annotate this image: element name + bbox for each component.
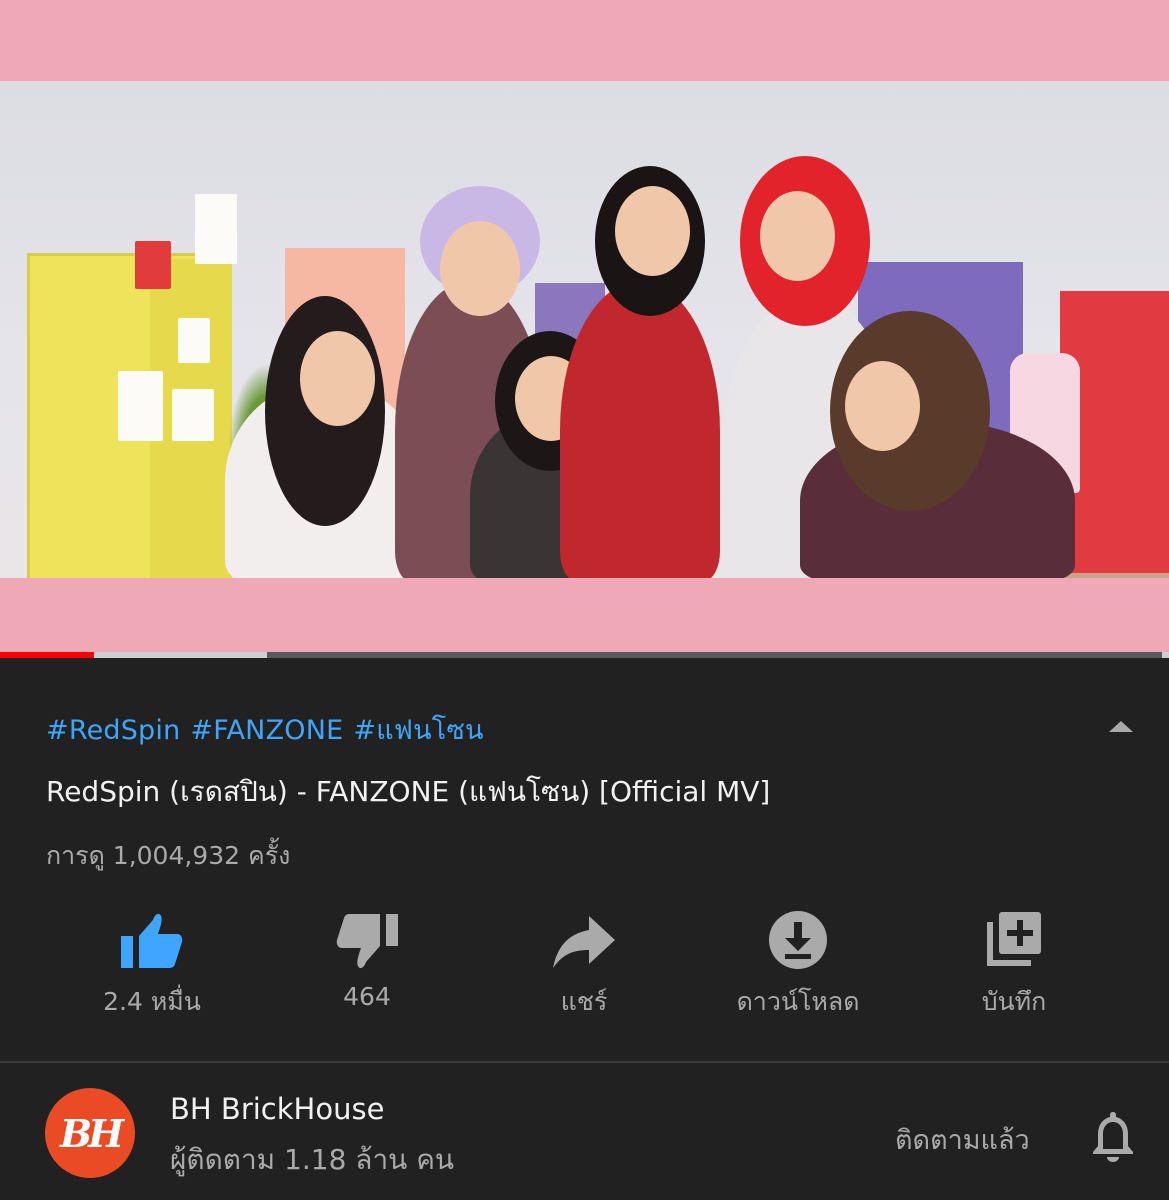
- share-icon: [553, 916, 615, 968]
- video-player[interactable]: [0, 0, 1169, 652]
- channel-name[interactable]: BH BrickHouse: [170, 1092, 384, 1126]
- progress-thumb[interactable]: [1162, 652, 1169, 658]
- scene-face: [440, 221, 520, 316]
- scene-poster: [172, 389, 214, 441]
- chevron-up-icon[interactable]: [1105, 716, 1137, 736]
- hashtag-list: #RedSpin #FANZONE #แฟนโซน: [46, 708, 494, 751]
- channel-logo: BH: [59, 1110, 124, 1156]
- save-button[interactable]: บันทึก: [914, 900, 1114, 1022]
- scene-face: [760, 191, 835, 281]
- subscribed-button[interactable]: ติดตามแล้ว: [895, 1118, 1030, 1161]
- scene-face: [615, 186, 690, 276]
- dislike-button[interactable]: 464: [267, 900, 467, 1011]
- dislike-count: 464: [343, 982, 391, 1011]
- hashtag-link[interactable]: #RedSpin: [46, 715, 180, 746]
- bell-icon[interactable]: [1089, 1108, 1137, 1163]
- progress-bar[interactable]: [0, 652, 1169, 658]
- scene-face: [845, 361, 920, 451]
- like-button[interactable]: 2.4 หมื่น: [52, 900, 252, 1022]
- video-title: RedSpin (เรดสปิน) - FANZONE (แฟนโซน) [Of…: [46, 775, 771, 808]
- like-count: 2.4 หมื่น: [103, 987, 201, 1016]
- playlist-add-icon: [987, 912, 1041, 966]
- scene-poster: [178, 318, 210, 363]
- view-count: การดู 1,004,932 ครั้ง: [46, 841, 291, 870]
- hashtag-link[interactable]: #FANZONE: [190, 715, 343, 746]
- subscriber-count: ผู้ติดตาม 1.18 ล้าน คน: [170, 1143, 455, 1176]
- thumbs-up-icon: [121, 913, 183, 968]
- scene-poster: [135, 241, 171, 289]
- download-icon: [769, 911, 827, 969]
- channel-avatar[interactable]: BH: [45, 1088, 135, 1178]
- scene-face: [300, 331, 375, 426]
- scene-poster: [118, 371, 163, 441]
- scene-poster: [195, 194, 237, 264]
- action-row: 2.4 หมื่น 464 แชร์ ดาวน์โหลด บันทึก: [0, 900, 1169, 1030]
- thumbs-down-icon: [336, 914, 398, 969]
- hashtag-link[interactable]: #แฟนโซน: [353, 715, 483, 746]
- download-label: ดาวน์โหลด: [736, 987, 860, 1016]
- download-button[interactable]: ดาวน์โหลด: [698, 900, 898, 1022]
- share-label: แชร์: [560, 987, 608, 1016]
- progress-played: [0, 652, 94, 658]
- video-frame: [0, 81, 1169, 578]
- divider: [0, 1061, 1169, 1063]
- share-button[interactable]: แชร์: [484, 900, 684, 1022]
- save-label: บันทึก: [981, 987, 1047, 1016]
- scene-person: [560, 281, 720, 578]
